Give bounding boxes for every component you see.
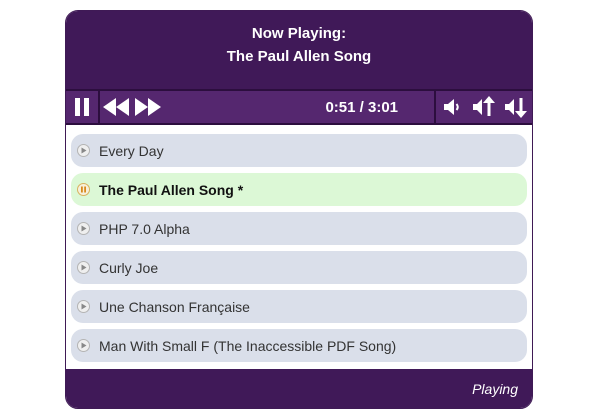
time-display: 0:51 / 3:01 xyxy=(325,98,398,116)
fast-forward-icon xyxy=(135,98,161,116)
play-icon xyxy=(77,339,90,352)
control-bar: 0:51 / 3:01 xyxy=(66,89,532,125)
volume-icon xyxy=(444,99,459,115)
audio-player: Now Playing: The Paul Allen Song 0:51 / … xyxy=(65,10,533,409)
volume-up-icon xyxy=(473,96,495,116)
playlist-item-label: The Paul Allen Song * xyxy=(99,181,244,198)
playlist-item-label: Every Day xyxy=(99,142,164,159)
playlist-item-label: Man With Small F (The Inaccessible PDF S… xyxy=(99,337,397,354)
playlist-item-label: Curly Joe xyxy=(99,259,159,276)
playlist-item[interactable]: Curly Joe xyxy=(71,251,527,284)
playback-status: Playing xyxy=(472,380,518,397)
now-playing-label: Now Playing: xyxy=(251,25,347,42)
status-bar: Playing xyxy=(66,369,532,408)
playlist-item-label: PHP 7.0 Alpha xyxy=(99,220,190,237)
now-playing-header: Now Playing: The Paul Allen Song xyxy=(66,11,532,89)
now-playing-title: The Paul Allen Song xyxy=(226,48,372,65)
playlist-item[interactable]: Man With Small F (The Inaccessible PDF S… xyxy=(71,329,527,362)
play-icon xyxy=(77,144,90,157)
mute-button[interactable] xyxy=(436,91,468,123)
fast-forward-button[interactable] xyxy=(132,91,164,123)
playlist-item-label: Une Chanson Française xyxy=(99,298,250,315)
playlist-item[interactable]: Every Day xyxy=(71,134,527,167)
rewind-button[interactable] xyxy=(100,91,132,123)
playlist-item-current[interactable]: The Paul Allen Song * xyxy=(71,173,527,206)
playlist: Every Day The Paul Allen Song * PHP 7.0 … xyxy=(66,125,532,362)
pause-icon xyxy=(77,183,90,196)
play-icon xyxy=(77,261,90,274)
play-icon xyxy=(77,300,90,313)
volume-down-icon xyxy=(505,98,527,118)
pause-icon xyxy=(75,98,89,116)
volume-up-button[interactable] xyxy=(468,91,500,123)
play-icon xyxy=(77,222,90,235)
playlist-item[interactable]: PHP 7.0 Alpha xyxy=(71,212,527,245)
volume-down-button[interactable] xyxy=(500,91,532,123)
playlist-item[interactable]: Une Chanson Française xyxy=(71,290,527,323)
pause-button[interactable] xyxy=(66,91,98,123)
rewind-icon xyxy=(103,98,129,116)
